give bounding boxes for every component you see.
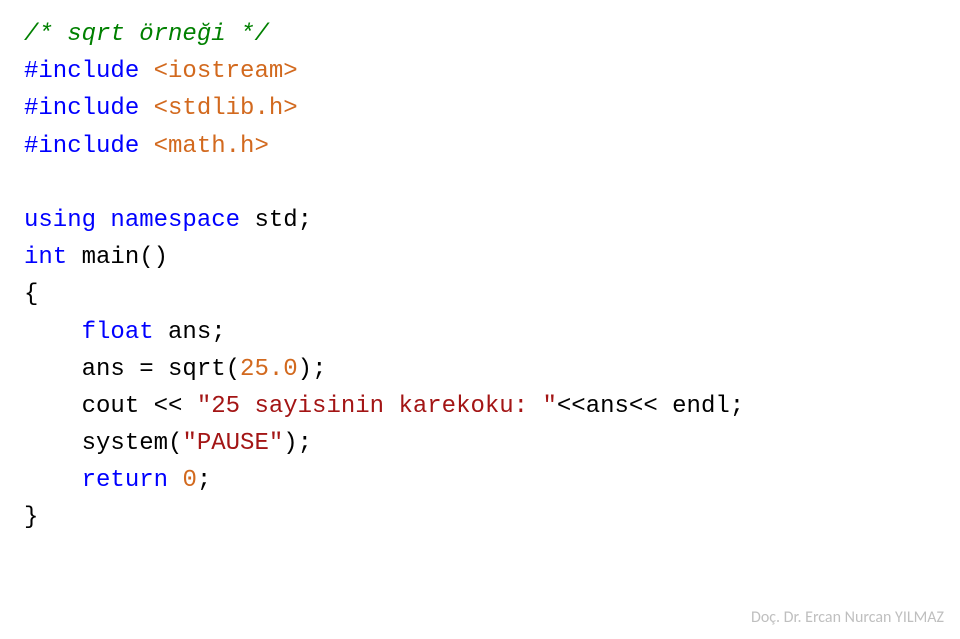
sqrt-call: sqrt <box>168 356 226 383</box>
paren-open: ( <box>168 430 182 457</box>
include-value: <iostream> <box>154 58 298 85</box>
brace-close: } <box>24 504 38 531</box>
cout-line: cout << "25 sayisinin karekoku: "<<ans<<… <box>24 388 936 425</box>
brace-open-line: { <box>24 276 936 313</box>
paren-close: ) <box>283 430 297 457</box>
system-call: system <box>82 430 168 457</box>
indent <box>24 430 82 457</box>
semicolon: ; <box>730 393 744 420</box>
indent <box>24 319 82 346</box>
parens: () <box>139 244 168 271</box>
namespace-keyword: namespace <box>110 207 254 234</box>
semicolon: ; <box>298 207 312 234</box>
indent <box>24 467 82 494</box>
return-line: return 0; <box>24 462 936 499</box>
include-line-3: #include <math.h> <box>24 128 936 165</box>
float-line: float ans; <box>24 314 936 351</box>
include-line-1: #include <iostream> <box>24 53 936 90</box>
comment-text: /* sqrt örneği */ <box>24 21 269 48</box>
include-value: <math.h> <box>154 133 269 160</box>
semicolon: ; <box>312 356 326 383</box>
var-ans: ans <box>168 319 211 346</box>
string-literal: "25 sayisinin karekoku: " <box>197 393 557 420</box>
include-keyword: #include <box>24 133 154 160</box>
indent <box>24 356 82 383</box>
semicolon: ; <box>197 467 211 494</box>
blank-line <box>24 165 936 202</box>
code-block: /* sqrt örneği */ #include <iostream> #i… <box>0 0 960 553</box>
float-keyword: float <box>82 319 168 346</box>
var-ans: ans <box>586 393 629 420</box>
paren-open: ( <box>226 356 240 383</box>
include-value: <stdlib.h> <box>154 95 298 122</box>
return-keyword: return <box>82 467 183 494</box>
brace-open: { <box>24 281 38 308</box>
int-keyword: int <box>24 244 82 271</box>
assign-line: ans = sqrt(25.0); <box>24 351 936 388</box>
main-name: main <box>82 244 140 271</box>
include-keyword: #include <box>24 95 154 122</box>
using-keyword: using <box>24 207 110 234</box>
system-line: system("PAUSE"); <box>24 425 936 462</box>
number-literal: 0 <box>182 467 196 494</box>
footer-author: Doç. Dr. Ercan Nurcan YILMAZ <box>751 606 944 631</box>
using-line: using namespace std; <box>24 202 936 239</box>
comment-line: /* sqrt örneği */ <box>24 16 936 53</box>
std-name: std <box>254 207 297 234</box>
include-keyword: #include <box>24 58 154 85</box>
cout: cout <box>82 393 140 420</box>
paren-close: ) <box>298 356 312 383</box>
include-line-2: #include <stdlib.h> <box>24 90 936 127</box>
indent <box>24 393 82 420</box>
semicolon: ; <box>298 430 312 457</box>
lshift: << <box>629 393 672 420</box>
semicolon: ; <box>211 319 225 346</box>
endl: endl <box>672 393 730 420</box>
lshift: << <box>557 393 586 420</box>
main-line: int main() <box>24 239 936 276</box>
assign-left: ans = <box>82 356 168 383</box>
number-literal: 25.0 <box>240 356 298 383</box>
lshift: << <box>139 393 197 420</box>
brace-close-line: } <box>24 499 936 536</box>
string-literal: "PAUSE" <box>182 430 283 457</box>
